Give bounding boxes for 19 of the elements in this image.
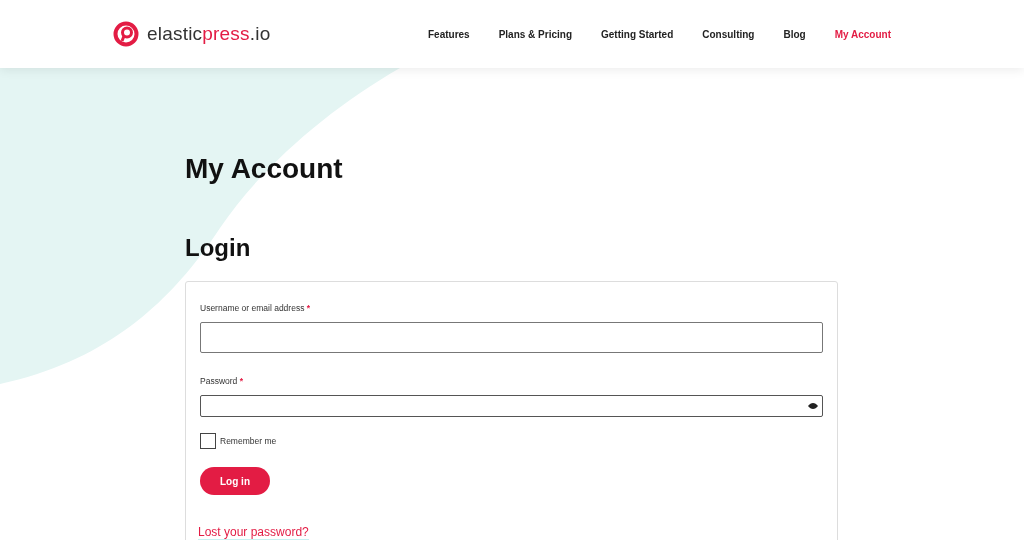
eye-icon[interactable] bbox=[808, 403, 818, 409]
nav-link[interactable]: Blog bbox=[783, 26, 806, 42]
login-button[interactable]: Log in bbox=[200, 467, 270, 495]
nav-link[interactable]: Getting Started bbox=[601, 26, 674, 42]
nav-link[interactable]: My Account bbox=[834, 26, 891, 42]
nav-link[interactable]: Plans & Pricing bbox=[498, 26, 572, 42]
logo-text[interactable]: elasticpress.io bbox=[147, 19, 271, 49]
remember-label: Remember me bbox=[220, 434, 277, 448]
page-title: My Account bbox=[185, 152, 344, 186]
remember-checkbox[interactable] bbox=[200, 433, 216, 449]
username-field[interactable] bbox=[200, 322, 823, 353]
nav-link[interactable]: Features bbox=[427, 26, 470, 42]
field-label: Username or email address * bbox=[200, 303, 311, 313]
field-label: Password * bbox=[200, 376, 243, 386]
lost-password-link[interactable]: Lost your password? bbox=[198, 525, 309, 540]
password-field[interactable] bbox=[200, 395, 823, 417]
nav-link[interactable]: Consulting bbox=[702, 26, 755, 42]
login-heading: Login bbox=[185, 233, 252, 263]
logo-icon bbox=[113, 21, 139, 47]
